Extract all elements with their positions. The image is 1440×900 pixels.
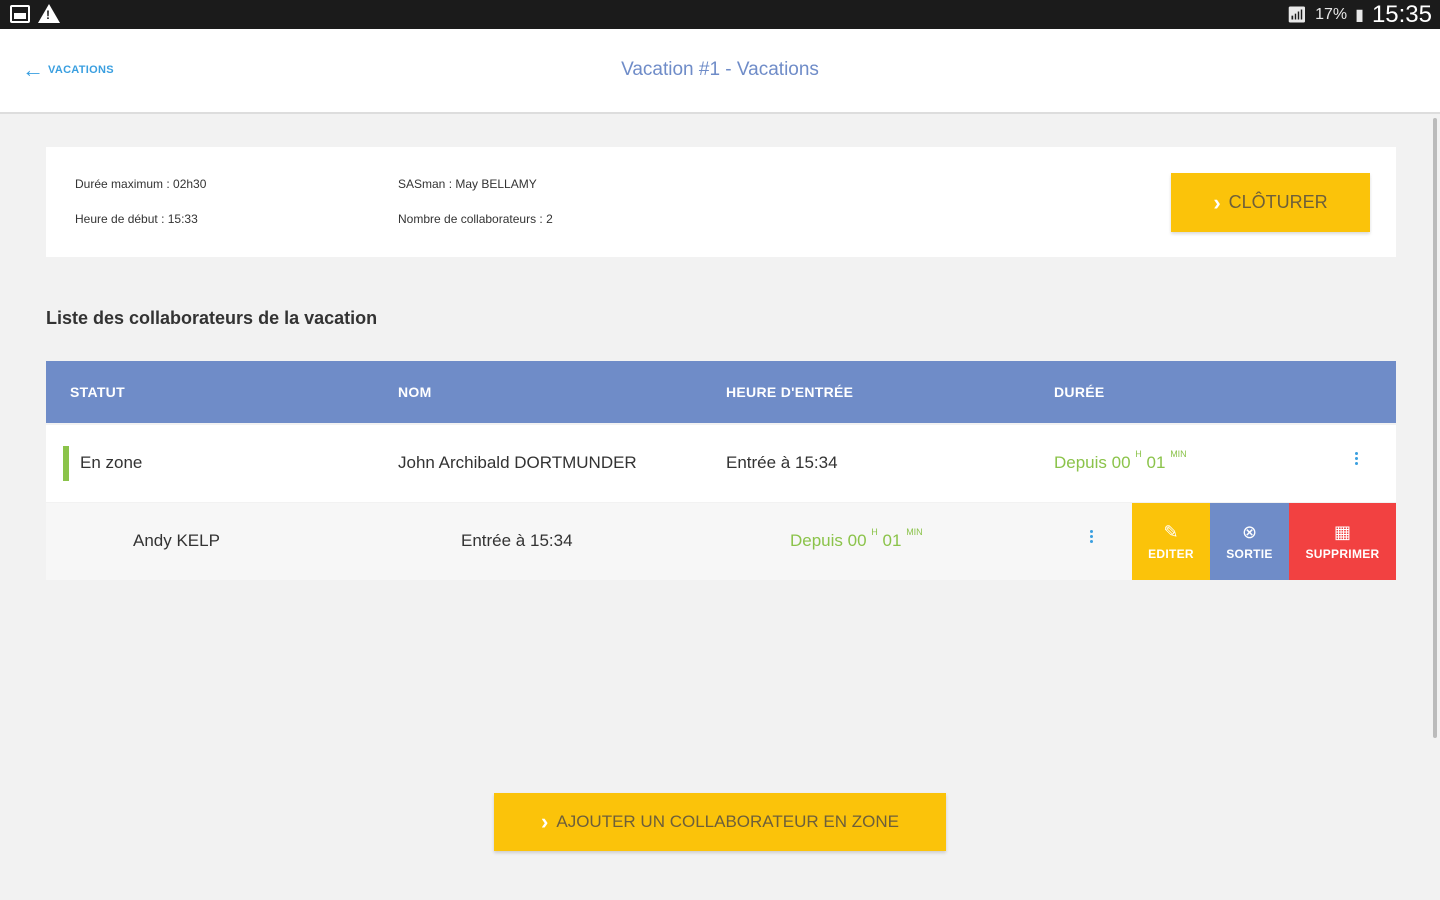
table-row[interactable]: Andy KELP Entrée à 15:34 Depuis 00 H 01 … bbox=[46, 503, 1396, 580]
battery-percent: 17% bbox=[1315, 5, 1348, 23]
cell-statut: En zone bbox=[80, 453, 143, 472]
page-title: Vacation #1 - Vacations bbox=[621, 59, 819, 80]
delete-button[interactable]: ▦ SUPPRIMER bbox=[1289, 503, 1396, 580]
chevron-right-icon: › bbox=[1213, 189, 1221, 215]
header-nom: NOM bbox=[398, 384, 432, 400]
section-title: Liste des collaborateurs de la vacation bbox=[46, 308, 378, 328]
chevron-right-icon: › bbox=[541, 809, 549, 834]
status-left-icons bbox=[10, 4, 60, 23]
header-duree: DURÉE bbox=[1054, 384, 1105, 400]
duree-prefix: Depuis 00 bbox=[790, 531, 867, 550]
sortie-label: SORTIE bbox=[1226, 546, 1273, 561]
header-statut: STATUT bbox=[70, 384, 125, 400]
cell-duree: Depuis 00 H 01 MIN bbox=[790, 527, 923, 551]
add-collaborator-label: AJOUTER UN COLLABORATEUR EN ZONE bbox=[556, 812, 899, 831]
table-row[interactable]: En zone John Archibald DORTMUNDER Entrée… bbox=[46, 425, 1396, 502]
nombre-collaborateurs: Nombre de collaborateurs : 2 bbox=[398, 212, 553, 226]
circle-x-icon: ⊗ bbox=[1241, 521, 1258, 542]
cloturer-label: CLÔTURER bbox=[1228, 192, 1328, 212]
trash-icon: ▦ bbox=[1333, 521, 1351, 542]
edit-label: EDITER bbox=[1148, 546, 1194, 561]
duree-min-value: 01 bbox=[1146, 453, 1166, 472]
cell-entree: Entrée à 15:34 bbox=[726, 453, 838, 472]
more-vert-icon[interactable] bbox=[1086, 530, 1096, 550]
table-header: STATUT NOM HEURE D'ENTRÉE DURÉE bbox=[46, 361, 1396, 423]
system-status-bar: 📶︎ 17% ▮ 15:35 bbox=[0, 0, 1440, 29]
status-indicator bbox=[63, 446, 69, 481]
sortie-button[interactable]: ⊗ SORTIE bbox=[1210, 503, 1289, 580]
cell-entree: Entrée à 15:34 bbox=[461, 531, 573, 550]
duree-h-unit: H bbox=[871, 527, 878, 537]
cell-nom: John Archibald DORTMUNDER bbox=[398, 453, 637, 472]
duree-prefix: Depuis 00 bbox=[1054, 453, 1131, 472]
duree-min-unit: MIN bbox=[1170, 449, 1187, 459]
delete-label: SUPPRIMER bbox=[1305, 546, 1380, 561]
cell-nom: Andy KELP bbox=[133, 531, 220, 550]
cell-duree: Depuis 00 H 01 MIN bbox=[1054, 449, 1187, 473]
heure-debut: Heure de début : 15:33 bbox=[75, 212, 198, 226]
cloturer-button[interactable]: › CLÔTURER bbox=[1171, 173, 1370, 232]
vacation-info-card: Durée maximum : 02h30 Heure de début : 1… bbox=[46, 147, 1396, 257]
scrollbar[interactable] bbox=[1433, 118, 1437, 738]
app-bar: ← VACATIONS Vacation #1 - Vacations bbox=[0, 29, 1440, 114]
duree-max: Durée maximum : 02h30 bbox=[75, 177, 207, 191]
sasman: SASman : May BELLAMY bbox=[398, 177, 537, 191]
warning-icon bbox=[38, 4, 60, 23]
add-collaborator-button[interactable]: › AJOUTER UN COLLABORATEUR EN ZONE bbox=[494, 793, 946, 851]
wifi-icon: 📶︎ bbox=[1286, 6, 1308, 24]
header-heure-entree: HEURE D'ENTRÉE bbox=[726, 384, 854, 400]
image-icon bbox=[10, 4, 30, 23]
status-right: 📶︎ 17% ▮ 15:35 bbox=[1287, 0, 1432, 29]
pencil-icon: ✎ bbox=[1163, 521, 1179, 542]
battery-icon: ▮ bbox=[1355, 6, 1364, 24]
more-vert-icon[interactable] bbox=[1351, 452, 1361, 472]
duree-h-unit: H bbox=[1135, 449, 1142, 459]
duree-min-value: 01 bbox=[882, 531, 902, 550]
edit-button[interactable]: ✎ EDITER bbox=[1132, 503, 1210, 580]
duree-min-unit: MIN bbox=[906, 527, 923, 537]
clock: 15:35 bbox=[1371, 0, 1432, 28]
